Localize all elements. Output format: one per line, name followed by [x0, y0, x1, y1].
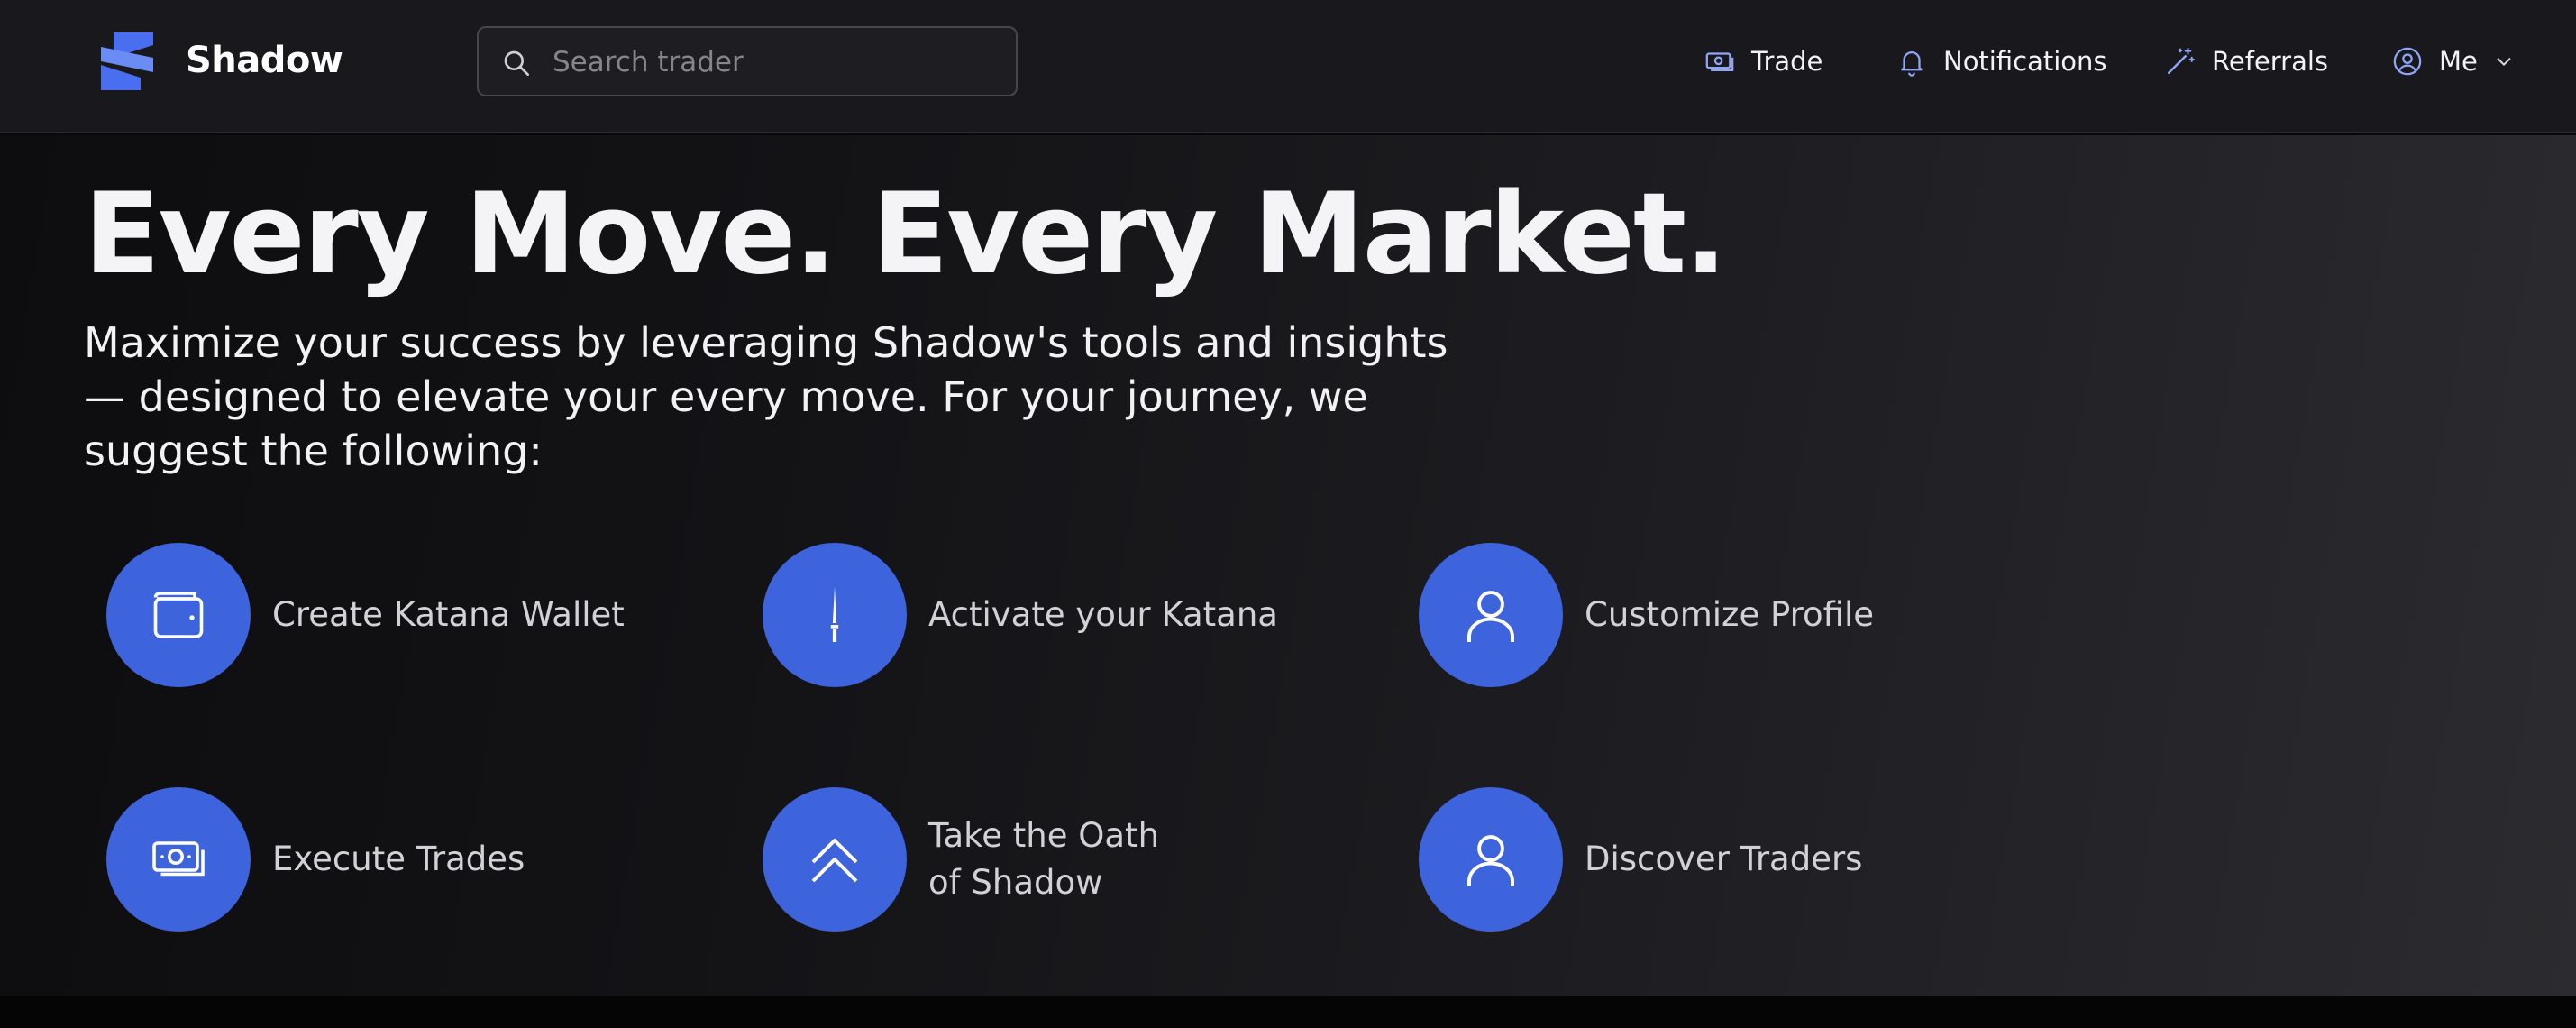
step-discover-traders[interactable]: Discover Traders — [1419, 787, 1862, 932]
chevron-down-icon — [2497, 58, 2511, 66]
nav-trade[interactable]: Trade — [1704, 43, 1822, 79]
wallet-icon — [153, 592, 204, 638]
user-icon — [1467, 835, 1514, 886]
chevrons-up-icon — [811, 839, 858, 883]
brand-name[interactable]: Shadow — [186, 40, 343, 81]
search-icon — [504, 50, 529, 76]
step-label: Discover Traders — [1585, 840, 1863, 878]
step-icon-circle[interactable] — [1419, 543, 1563, 687]
hero-headline: Every Move. Every Market. — [84, 170, 1727, 299]
step-create-katana-wallet[interactable]: Create Katana Wallet — [106, 543, 625, 687]
nav-referrals-label: Referrals — [2212, 46, 2329, 77]
user-icon — [1467, 591, 1514, 642]
magic-wand-icon — [2167, 47, 2195, 75]
bell-icon — [1901, 51, 1923, 77]
nav-notifications[interactable]: Notifications — [1896, 43, 2107, 79]
katana-icon — [830, 586, 839, 642]
money-icon — [1705, 52, 1734, 72]
step-label: Activate your Katana — [928, 595, 1278, 634]
step-icon-circle[interactable] — [1419, 787, 1563, 932]
step-icon-circle[interactable] — [763, 543, 907, 687]
step-execute-trades[interactable]: Execute Trades — [106, 787, 525, 932]
step-icon-circle[interactable] — [106, 787, 251, 932]
nav-me-label: Me — [2439, 46, 2478, 77]
step-take-oath-of-shadow[interactable]: Take the Oath of Shadow — [763, 787, 1199, 932]
step-activate-katana[interactable]: Activate your Katana — [763, 543, 1278, 687]
nav-notifications-label: Notifications — [1943, 46, 2107, 77]
search-input[interactable] — [553, 41, 994, 84]
step-label: Execute Trades — [272, 840, 525, 878]
search-box[interactable] — [477, 26, 1018, 96]
step-customize-profile[interactable]: Customize Profile — [1419, 543, 1874, 687]
nav-me-menu[interactable]: Me — [2392, 43, 2514, 79]
shadow-logo-icon[interactable] — [99, 31, 155, 92]
step-label: Customize Profile — [1585, 595, 1875, 634]
page-bottom-edge — [0, 996, 2576, 1028]
step-icon-circle[interactable] — [763, 787, 907, 932]
nav-referrals[interactable]: Referrals — [2165, 43, 2328, 79]
hero-subtitle: Maximize your success by leveraging Shad… — [84, 318, 1448, 475]
user-circle-icon — [2393, 47, 2422, 76]
money-icon — [152, 841, 205, 877]
step-label: Take the Oath of Shadow — [928, 816, 1160, 902]
step-icon-circle[interactable] — [106, 543, 251, 687]
step-label: Create Katana Wallet — [272, 595, 625, 634]
top-bar: Shadow Trade Notifications Referrals — [0, 0, 2576, 133]
nav-trade-label: Trade — [1751, 46, 1823, 77]
